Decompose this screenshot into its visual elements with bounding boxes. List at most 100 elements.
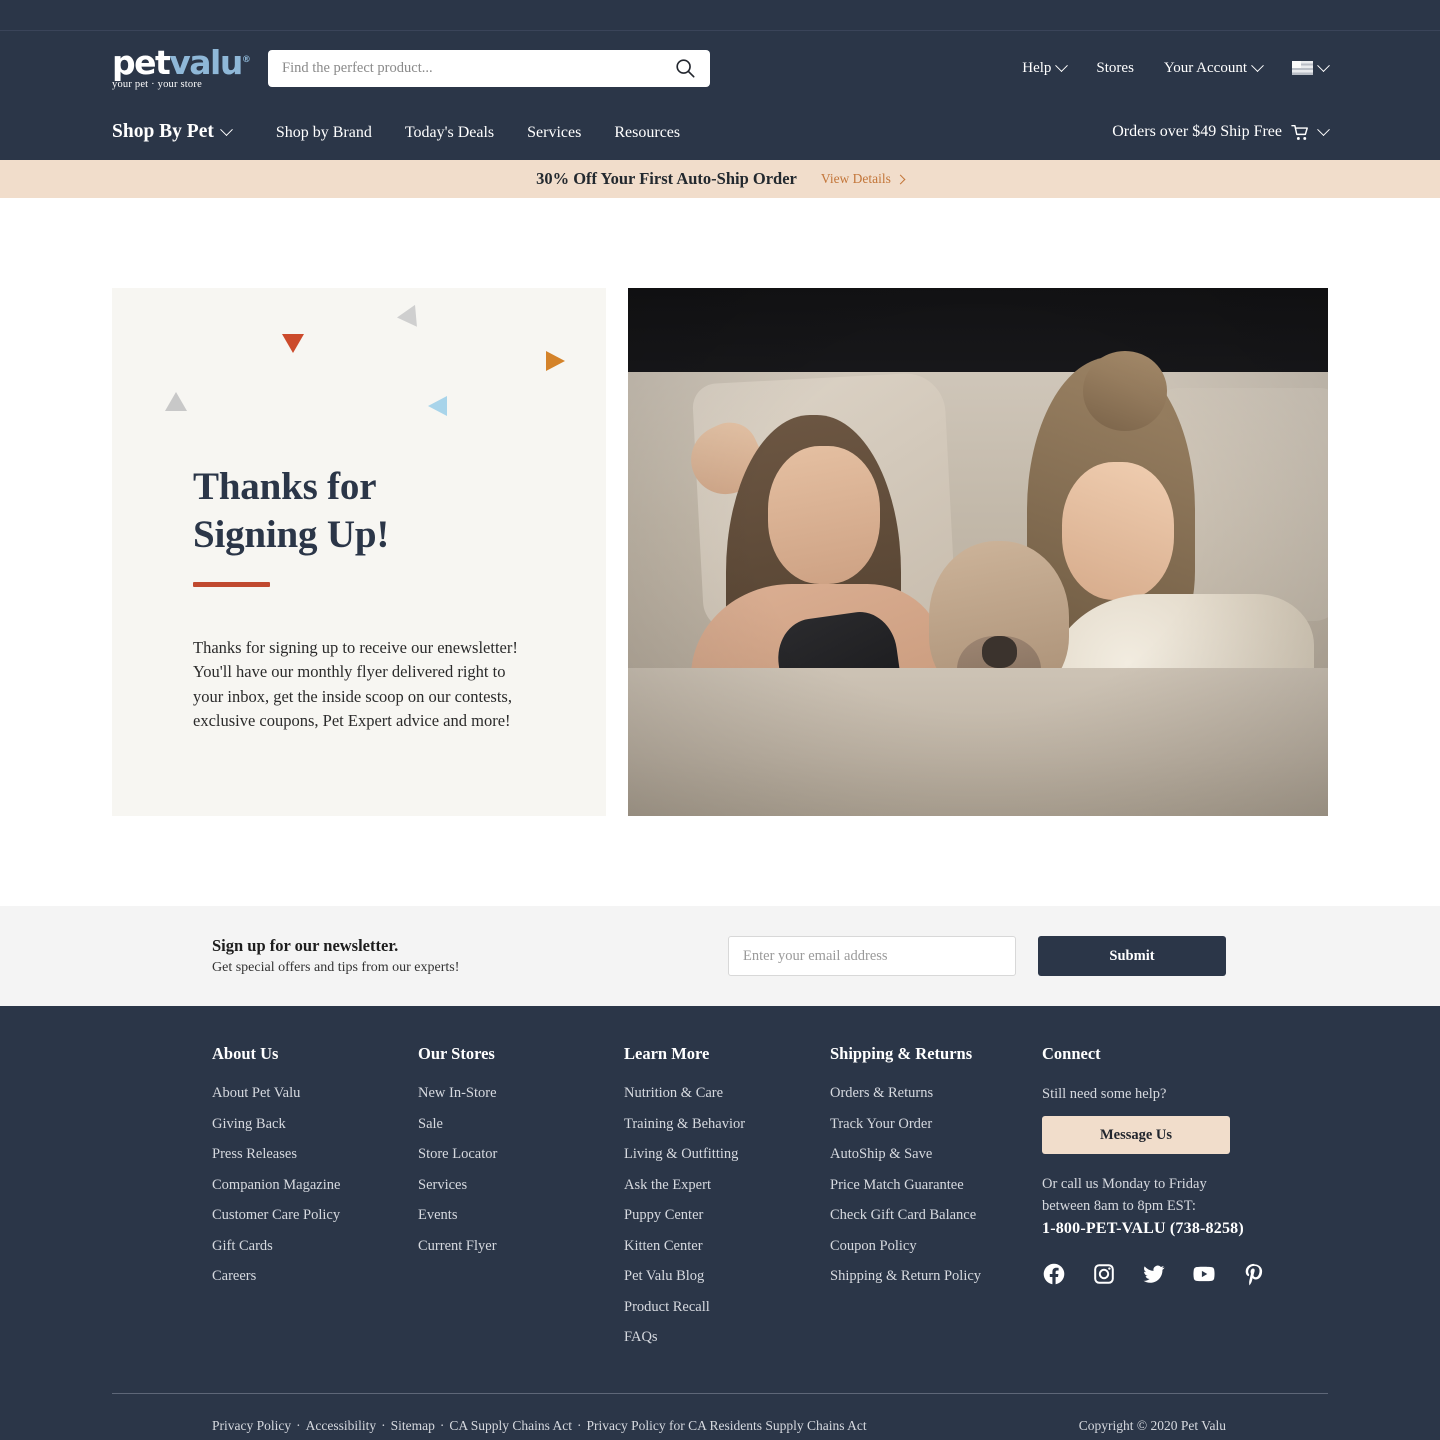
chevron-down-icon [1317,122,1330,136]
footer-link-autoship-save[interactable]: AutoShip & Save [830,1147,1036,1162]
nav-services[interactable]: Services [527,124,581,142]
facebook-icon[interactable] [1042,1262,1066,1286]
us-flag-icon [1292,61,1313,75]
connect-phone-number[interactable]: 1-800-PET-VALU (738-8258) [1042,1220,1336,1238]
footer-heading-learn-more: Learn More [624,1044,710,1063]
connect-call-hours: Or call us Monday to Friday between 8am … [1042,1173,1336,1218]
hero-section: Thanks for Signing Up! Thanks for signin… [0,198,1440,906]
header-utility-nav: Help Stores Your Account [1022,58,1330,77]
footer-link-orders-returns[interactable]: Orders & Returns [830,1086,1036,1101]
promo-view-details-link[interactable]: View Details [821,171,906,187]
footer-link-nutrition-care[interactable]: Nutrition & Care [624,1086,830,1101]
page-title: Thanks for Signing Up! [193,463,526,558]
footer-legal-bar: Privacy Policy · Accessibility · Sitemap · CA … [112,1394,1328,1440]
utility-your-account-label: Your Account [1163,59,1247,76]
footer-link-customer-care-policy[interactable]: Customer Care Policy [212,1208,418,1223]
footer-link-about-pet-valu[interactable]: About Pet Valu [212,1086,418,1101]
footer-link-ask-the-expert[interactable]: Ask the Expert [624,1177,830,1193]
footer-link-training-behavior[interactable]: Training & Behavior [624,1116,830,1132]
twitter-icon[interactable] [1142,1262,1166,1286]
nav-shop-by-brand[interactable]: Shop by Brand [276,124,372,142]
chevron-down-icon [219,122,233,136]
footer-link-companion-magazine[interactable]: Companion Magazine [212,1177,418,1193]
footer-link-coupon-policy[interactable]: Coupon Policy [830,1238,1036,1254]
footer-link-events[interactable]: Events [418,1208,624,1223]
footer-heading-about-us: About Us [212,1044,279,1063]
social-links [1042,1262,1336,1286]
footer-link-living-outfitting[interactable]: Living & Outfitting [624,1147,830,1162]
shopping-cart-icon[interactable] [1291,124,1310,141]
footer-link-kitten-center[interactable]: Kitten Center [624,1238,830,1254]
footer-heading-our-stores: Our Stores [418,1044,495,1063]
footer-link-current-flyer[interactable]: Current Flyer [418,1238,624,1254]
legal-link-ca-residents-supply-chains-act[interactable]: Privacy Policy for CA Residents Supply C… [587,1418,867,1433]
footer-link-giving-back[interactable]: Giving Back [212,1116,418,1132]
footer-link-pet-valu-blog[interactable]: Pet Valu Blog [624,1269,830,1284]
utility-stores-label: Stores [1096,59,1134,76]
footer-link-services[interactable]: Services [418,1177,624,1193]
footer-heading-connect: Connect [1042,1044,1101,1063]
legal-link-ca-supply-chains-act[interactable]: CA Supply Chains Act [449,1418,572,1433]
header-lower-row: Shop By Pet Shop by Brand Today's Deals … [0,105,1440,159]
footer-link-product-recall[interactable]: Product Recall [624,1299,830,1315]
search-input[interactable] [268,49,710,87]
copyright-text: Copyright © 2020 Pet Valu [1078,1417,1226,1433]
newsletter-copy: Sign up for our newsletter. Get special … [212,936,459,976]
footer-link-shipping-return-policy[interactable]: Shipping & Return Policy [830,1269,1036,1284]
footer-link-new-in-store[interactable]: New In-Store [418,1086,624,1101]
youtube-icon[interactable] [1192,1262,1216,1286]
footer-link-puppy-center[interactable]: Puppy Center [624,1208,830,1223]
newsletter-title: Sign up for our newsletter. [212,936,399,955]
footer-link-check-gift-card-balance[interactable]: Check Gift Card Balance [830,1208,1036,1223]
footer-link-price-match-guarantee[interactable]: Price Match Guarantee [830,1177,1036,1193]
footer-link-press-releases[interactable]: Press Releases [212,1147,418,1162]
hero-text-panel: Thanks for Signing Up! Thanks for signin… [112,288,606,816]
footer-link-store-locator[interactable]: Store Locator [418,1147,624,1162]
nav-todays-deals[interactable]: Today's Deals [405,124,494,142]
header-upper-row: petvalu® your pet · your store Help Stor… [0,31,1440,105]
triangle-orange-right-icon [546,351,565,371]
nav-resources[interactable]: Resources [614,124,680,142]
cart-shipping-label: Orders over $49 Ship Free [1112,123,1282,140]
newsletter-form: Submit [728,936,1226,976]
top-strip [0,0,1440,30]
pinterest-icon[interactable] [1242,1262,1266,1286]
footer-link-faqs[interactable]: FAQs [624,1330,830,1345]
legal-link-privacy-policy[interactable]: Privacy Policy [212,1418,291,1433]
site-logo[interactable]: petvalu® your pet · your store [112,46,251,91]
message-us-button[interactable]: Message Us [1042,1116,1230,1154]
footer-link-gift-cards[interactable]: Gift Cards [212,1238,418,1254]
chevron-down-icon [1317,58,1330,72]
chevron-down-icon [1055,58,1069,72]
utility-help[interactable]: Help [1022,58,1069,77]
footer-link-careers[interactable]: Careers [212,1269,418,1284]
footer-link-track-your-order[interactable]: Track Your Order [830,1116,1036,1132]
nav-shop-by-pet[interactable]: Shop By Pet [112,121,233,143]
utility-your-account[interactable]: Your Account [1163,58,1264,77]
hero-title-line2: Signing Up! [193,512,390,556]
footer-column-learn-more: Learn More Nutrition & Care Training & B… [624,1044,830,1361]
footer-link-sale[interactable]: Sale [418,1116,624,1132]
connect-call-line1: Or call us Monday to Friday [1042,1176,1207,1192]
legal-links: Privacy Policy · Accessibility · Sitemap · CA … [212,1417,867,1433]
utility-help-label: Help [1022,59,1052,76]
site-footer: About Us About Pet Valu Giving Back Pres… [0,1006,1440,1440]
footer-columns: About Us About Pet Valu Giving Back Pres… [112,1044,1328,1361]
utility-stores[interactable]: Stores [1096,60,1134,77]
instagram-icon[interactable] [1092,1262,1116,1286]
legal-link-accessibility[interactable]: Accessibility [306,1418,377,1433]
locale-selector[interactable] [1292,58,1330,75]
triangle-red-down-icon [282,334,304,353]
newsletter-submit-button[interactable]: Submit [1038,936,1226,976]
triangle-gray-up-icon [165,392,187,411]
connect-call-line2: between 8am to 8pm EST: [1042,1198,1196,1215]
hero-image [628,288,1328,816]
main-nav: Shop By Pet Shop by Brand Today's Deals … [112,121,680,143]
cart-shipping-banner[interactable]: Orders over $49 Ship Free [1112,122,1330,141]
logo-trademark: ® [241,54,251,65]
newsletter-email-input[interactable] [728,936,1016,976]
legal-link-sitemap[interactable]: Sitemap [391,1418,435,1433]
promo-banner-text: 30% Off Your First Auto-Ship Order [536,169,797,188]
hero-photo-illustration [628,288,1328,816]
chevron-down-icon [1251,58,1264,72]
